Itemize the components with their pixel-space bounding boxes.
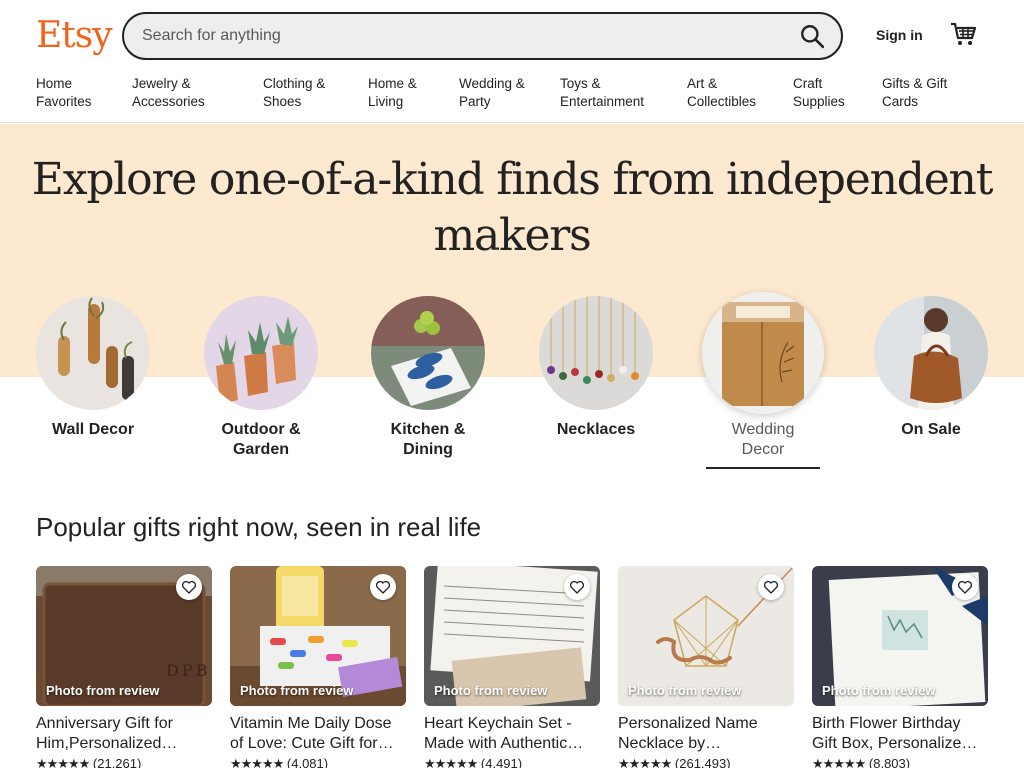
etsy-logo[interactable]: Etsy — [36, 14, 113, 58]
nav-clothing-shoes[interactable]: Clothing & Shoes — [263, 75, 325, 111]
category-kitchen-dining[interactable]: Kitchen & Dining — [358, 296, 498, 460]
heart-icon — [375, 580, 391, 594]
photo-from-review-label: Photo from review — [240, 683, 354, 698]
favorite-button[interactable] — [176, 574, 202, 600]
search-input[interactable] — [142, 14, 772, 58]
review-count: (4,491) — [480, 756, 523, 768]
photo-from-review-label: Photo from review — [46, 683, 160, 698]
heart-icon — [957, 580, 973, 594]
category-label: Wedding Decor — [731, 421, 795, 458]
product-rating: ★★★★★ (21,261) — [36, 756, 212, 768]
product-card[interactable]: Photo from review Birth Flower Birthday … — [812, 566, 988, 768]
product-title[interactable]: Personalized Name Necklace by… — [618, 714, 794, 754]
product-image[interactable]: Photo from review — [812, 566, 988, 706]
review-count: (8,803) — [868, 756, 911, 768]
product-card[interactable]: Photo from review Personalized Name Neck… — [618, 566, 794, 768]
hero-title: Explore one-of-a-kind finds from indepen… — [31, 154, 994, 261]
star-rating-icon: ★★★★★ — [424, 756, 478, 768]
product-title[interactable]: Vitamin Me Daily Dose of Love: Cute Gift… — [230, 714, 406, 754]
nav-wedding-party[interactable]: Wedding & Party — [459, 75, 525, 111]
review-count: (261,493) — [674, 756, 731, 768]
active-category-indicator — [706, 467, 820, 469]
star-rating-icon: ★★★★★ — [230, 756, 284, 768]
product-image[interactable]: Photo from review — [618, 566, 794, 706]
nav-home-favorites[interactable]: Home Favorites — [36, 75, 92, 111]
product-title[interactable]: Birth Flower Birthday Gift Box, Personal… — [812, 714, 988, 754]
photo-from-review-label: Photo from review — [628, 683, 742, 698]
search-icon[interactable] — [799, 23, 825, 49]
category-label: Kitchen & Dining — [390, 421, 466, 458]
category-label: On Sale — [901, 421, 961, 438]
sign-in-link[interactable]: Sign in — [876, 27, 923, 43]
product-image[interactable]: DPB Photo from review — [36, 566, 212, 706]
category-nav: Home Favorites Jewelry & Accessories Clo… — [0, 75, 1024, 115]
star-rating-icon: ★★★★★ — [812, 756, 866, 768]
necklaces-image — [539, 296, 653, 410]
product-rating: ★★★★★ (4,491) — [424, 756, 600, 768]
nav-gifts-gift-cards[interactable]: Gifts & Gift Cards — [882, 75, 947, 111]
product-title[interactable]: Anniversary Gift for Him,Personalized… — [36, 714, 212, 754]
heart-icon — [763, 580, 779, 594]
photo-from-review-label: Photo from review — [434, 683, 548, 698]
star-rating-icon: ★★★★★ — [36, 756, 90, 768]
category-label: Wall Decor — [51, 421, 135, 438]
star-rating-icon: ★★★★★ — [618, 756, 672, 768]
category-wall-decor[interactable]: Wall Decor — [23, 296, 163, 440]
favorite-button[interactable] — [758, 574, 784, 600]
search-bar[interactable] — [122, 12, 843, 60]
product-image[interactable]: Photo from review — [230, 566, 406, 706]
wedding-decor-image — [702, 292, 824, 414]
svg-text:DPB: DPB — [166, 661, 210, 680]
review-count: (4,081) — [286, 756, 329, 768]
product-title[interactable]: Heart Keychain Set - Made with Authentic… — [424, 714, 600, 754]
review-count: (21,261) — [92, 756, 142, 768]
heart-icon — [569, 580, 585, 594]
category-label: Necklaces — [556, 421, 636, 438]
nav-art-collectibles[interactable]: Art & Collectibles — [687, 75, 756, 111]
favorite-button[interactable] — [370, 574, 396, 600]
category-wedding-decor[interactable]: Wedding Decor — [693, 292, 833, 460]
shopping-cart-icon[interactable] — [950, 22, 976, 46]
wall-decor-image — [36, 296, 150, 410]
product-card[interactable]: DPB Photo from review Anniversary Gift f… — [36, 566, 212, 768]
category-on-sale[interactable]: On Sale — [861, 296, 1001, 440]
outdoor-garden-image — [204, 296, 318, 410]
photo-from-review-label: Photo from review — [822, 683, 936, 698]
product-rating: ★★★★★ (8,803) — [812, 756, 988, 768]
nav-home-living[interactable]: Home & Living — [368, 75, 417, 111]
on-sale-image — [874, 296, 988, 410]
favorite-button[interactable] — [952, 574, 978, 600]
heart-icon — [181, 580, 197, 594]
site-header: Etsy Sign in Home Favorites Jewelry & Ac… — [0, 0, 1024, 123]
category-label: Outdoor & Garden — [221, 421, 301, 458]
category-outdoor-garden[interactable]: Outdoor & Garden — [191, 296, 331, 460]
nav-toys-entertainment[interactable]: Toys & Entertainment — [560, 75, 644, 111]
category-necklaces[interactable]: Necklaces — [526, 296, 666, 440]
nav-jewelry-accessories[interactable]: Jewelry & Accessories — [132, 75, 205, 111]
product-card[interactable]: Photo from review Heart Keychain Set - M… — [424, 566, 600, 768]
favorite-button[interactable] — [564, 574, 590, 600]
product-rating: ★★★★★ (4,081) — [230, 756, 406, 768]
product-card[interactable]: Photo from review Vitamin Me Daily Dose … — [230, 566, 406, 768]
product-rating: ★★★★★ (261,493) — [618, 756, 794, 768]
nav-craft-supplies[interactable]: Craft Supplies — [793, 75, 845, 111]
popular-gifts-heading: Popular gifts right now, seen in real li… — [36, 512, 482, 542]
kitchen-dining-image — [371, 296, 485, 410]
product-image[interactable]: Photo from review — [424, 566, 600, 706]
